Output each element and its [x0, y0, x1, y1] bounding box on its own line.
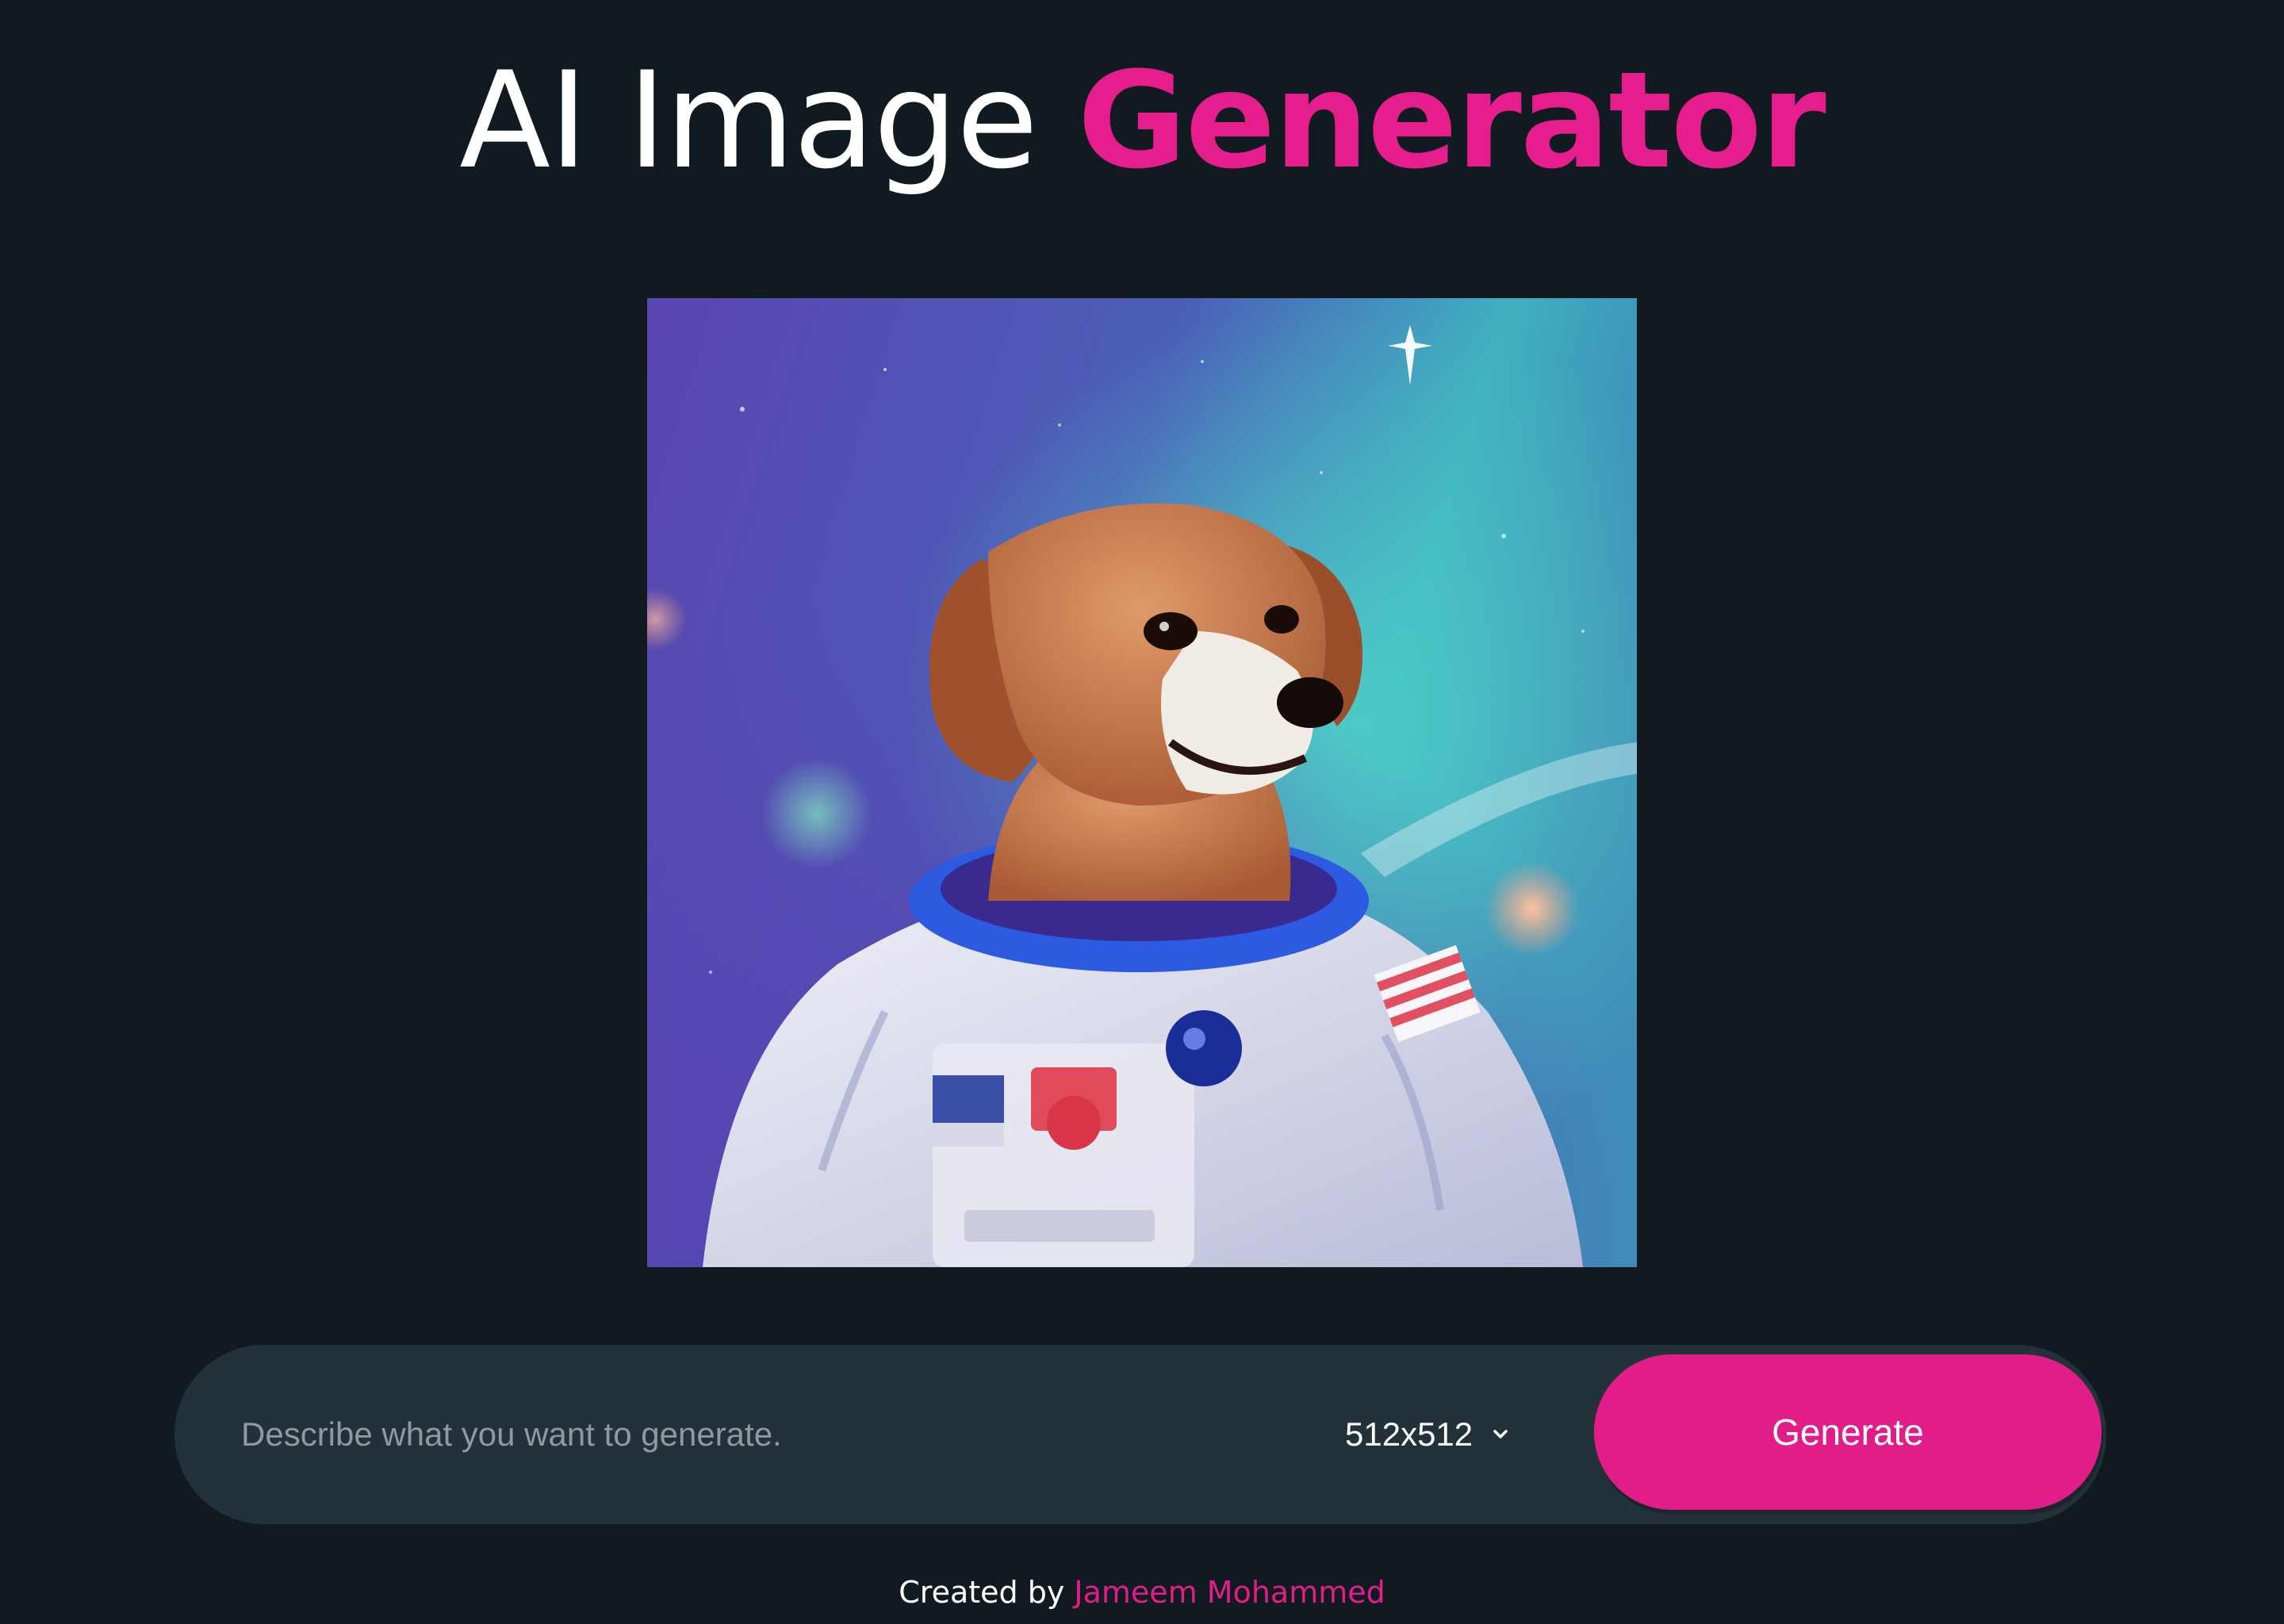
author-link[interactable]: Jameem Mohammed: [1074, 1575, 1385, 1610]
generated-image: [647, 298, 1637, 1267]
title-accent: Generator: [1077, 43, 1826, 198]
app-page: AI Image Generator Describe what you wan…: [0, 0, 2284, 1624]
size-select[interactable]: 512x512: [1345, 1400, 1511, 1469]
astronaut-dog-image: [647, 298, 1637, 1267]
prompt-input[interactable]: [241, 1391, 1431, 1478]
title-main: AI Image: [459, 43, 1038, 198]
footer-created-by: Created by: [899, 1575, 1065, 1610]
chevron-down-icon: [1490, 1424, 1511, 1445]
generate-button-label: Generate: [1772, 1411, 1924, 1453]
generate-button[interactable]: Generate: [1594, 1354, 2102, 1510]
footer-credit: Created by Jameem Mohammed: [0, 1575, 2284, 1610]
page-title: AI Image Generator: [0, 41, 2284, 200]
prompt-form: 512x512 Generate: [174, 1345, 2106, 1524]
size-select-value: 512x512: [1345, 1415, 1473, 1453]
